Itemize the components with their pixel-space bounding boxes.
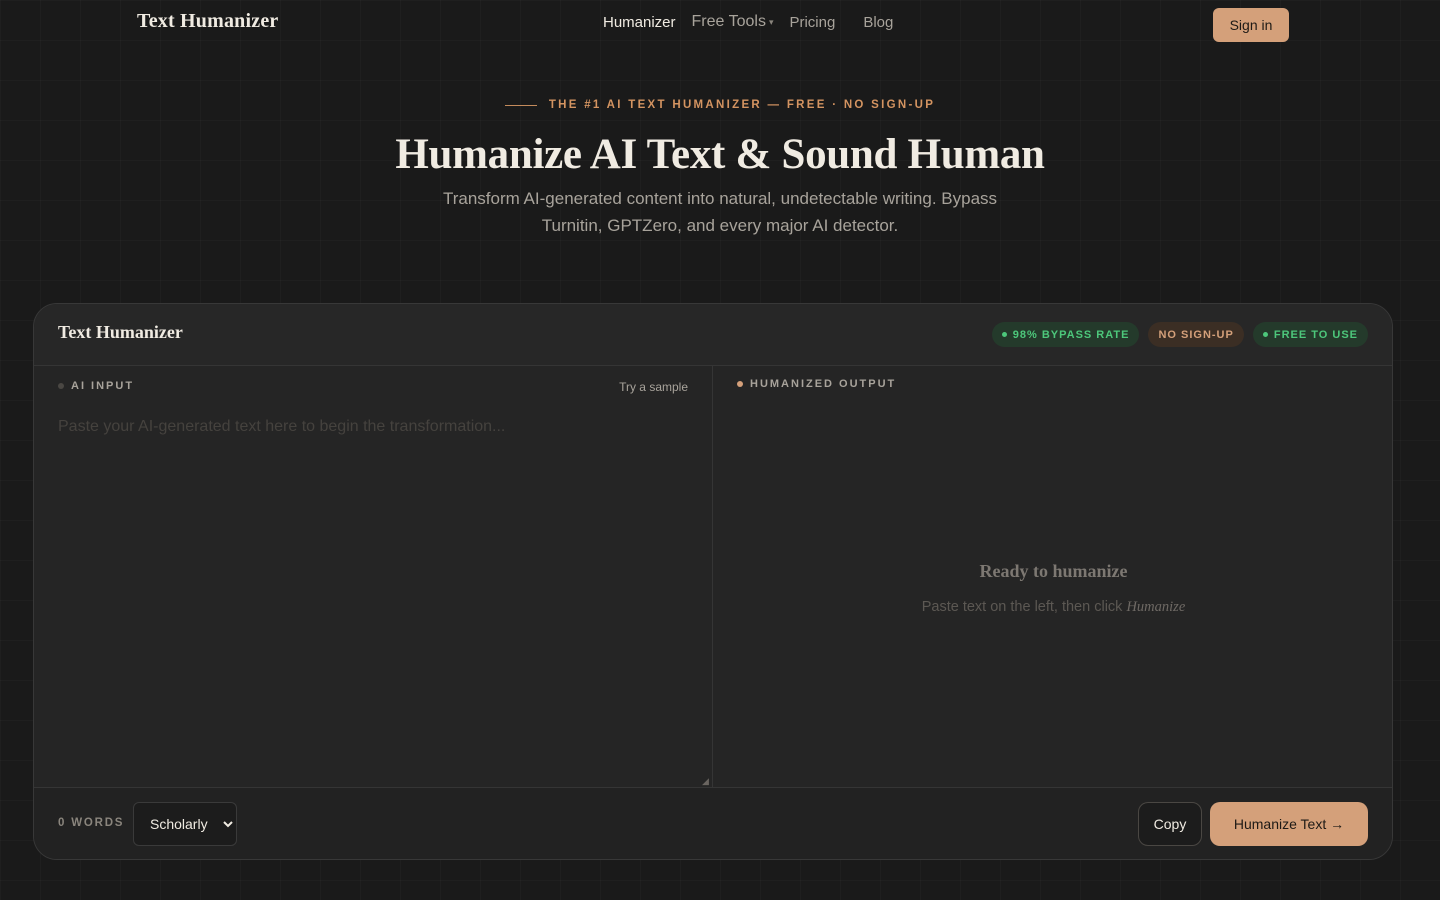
page-title: Humanize AI Text & Sound Human xyxy=(395,131,1045,178)
empty-state-hint-text: Paste text on the left, then click xyxy=(921,599,1123,615)
nav-links: Humanizer Free Tools ▾ Pricing Blog xyxy=(603,13,909,31)
input-label-text: AI INPUT xyxy=(71,380,135,392)
badge-group: 98% BYPASS RATE NO SIGN-UP FREE TO USE xyxy=(983,322,1368,347)
try-sample-link[interactable]: Try a sample xyxy=(619,380,688,394)
copy-button[interactable]: Copy xyxy=(1138,802,1202,846)
nav-link-humanizer[interactable]: Humanizer xyxy=(603,14,676,31)
top-nav: Text Humanizer Humanizer Free Tools ▾ Pr… xyxy=(0,0,1440,48)
free-to-use-badge: FREE TO USE xyxy=(1252,322,1368,347)
hero-eyebrow: THE #1 AI TEXT HUMANIZER — FREE · NO SIG… xyxy=(0,99,1440,111)
empty-state: Ready to humanize Paste text on the left… xyxy=(713,561,1392,616)
humanizer-card: Text Humanizer 98% BYPASS RATE NO SIGN-U… xyxy=(33,303,1393,860)
card-footer: 0 WORDS Scholarly Copy Humanize Text → xyxy=(34,787,1392,859)
free-to-use-badge-label: FREE TO USE xyxy=(1273,328,1358,341)
bypass-rate-badge: 98% BYPASS RATE xyxy=(991,322,1140,347)
input-pane-label: AI INPUT xyxy=(58,380,134,392)
hero-subtitle: Transform AI-generated content into natu… xyxy=(442,189,998,235)
no-signup-badge: NO SIGN-UP xyxy=(1148,322,1244,347)
nav-link-free-tools[interactable]: Free Tools ▾ xyxy=(692,13,774,31)
output-pane-label: HUMANIZED OUTPUT xyxy=(737,378,896,390)
bypass-rate-badge-label: 98% BYPASS RATE xyxy=(1012,328,1130,341)
empty-state-hint-emphasis: Humanize xyxy=(1126,599,1186,615)
site-logo[interactable]: Text Humanizer xyxy=(137,10,279,33)
style-select[interactable]: Scholarly xyxy=(133,802,237,846)
empty-state-title: Ready to humanize xyxy=(979,561,1128,581)
status-dot-icon xyxy=(58,383,64,389)
empty-state-hint: Paste text on the left, then click Human… xyxy=(713,599,1392,616)
resize-grip-icon[interactable]: ◢ xyxy=(702,777,710,786)
output-label-text: HUMANIZED OUTPUT xyxy=(750,378,897,390)
no-signup-badge-label: NO SIGN-UP xyxy=(1158,328,1234,341)
card-header: Text Humanizer 98% BYPASS RATE NO SIGN-U… xyxy=(34,304,1392,366)
ai-input-textarea[interactable] xyxy=(58,418,689,778)
card-title: Text Humanizer xyxy=(58,322,183,342)
word-count: 0 WORDS xyxy=(58,817,125,829)
humanize-button[interactable]: Humanize Text → xyxy=(1210,802,1368,846)
nav-link-pricing[interactable]: Pricing xyxy=(789,14,835,31)
output-pane: HUMANIZED OUTPUT Ready to humanize Paste… xyxy=(713,366,1392,787)
caret-down-icon: ▾ xyxy=(768,16,774,27)
input-pane: AI INPUT Try a sample ◢ xyxy=(34,366,713,787)
nav-link-free-tools-label: Free Tools xyxy=(691,13,766,30)
nav-link-blog[interactable]: Blog xyxy=(863,14,893,31)
eyebrow-text: THE #1 AI TEXT HUMANIZER — FREE · NO SIG… xyxy=(548,99,936,111)
status-dot-icon xyxy=(1262,332,1268,337)
status-dot-icon xyxy=(1001,332,1007,337)
eyebrow-divider xyxy=(504,104,537,106)
sign-in-button[interactable]: Sign in xyxy=(1213,8,1289,42)
status-dot-icon xyxy=(737,381,743,387)
